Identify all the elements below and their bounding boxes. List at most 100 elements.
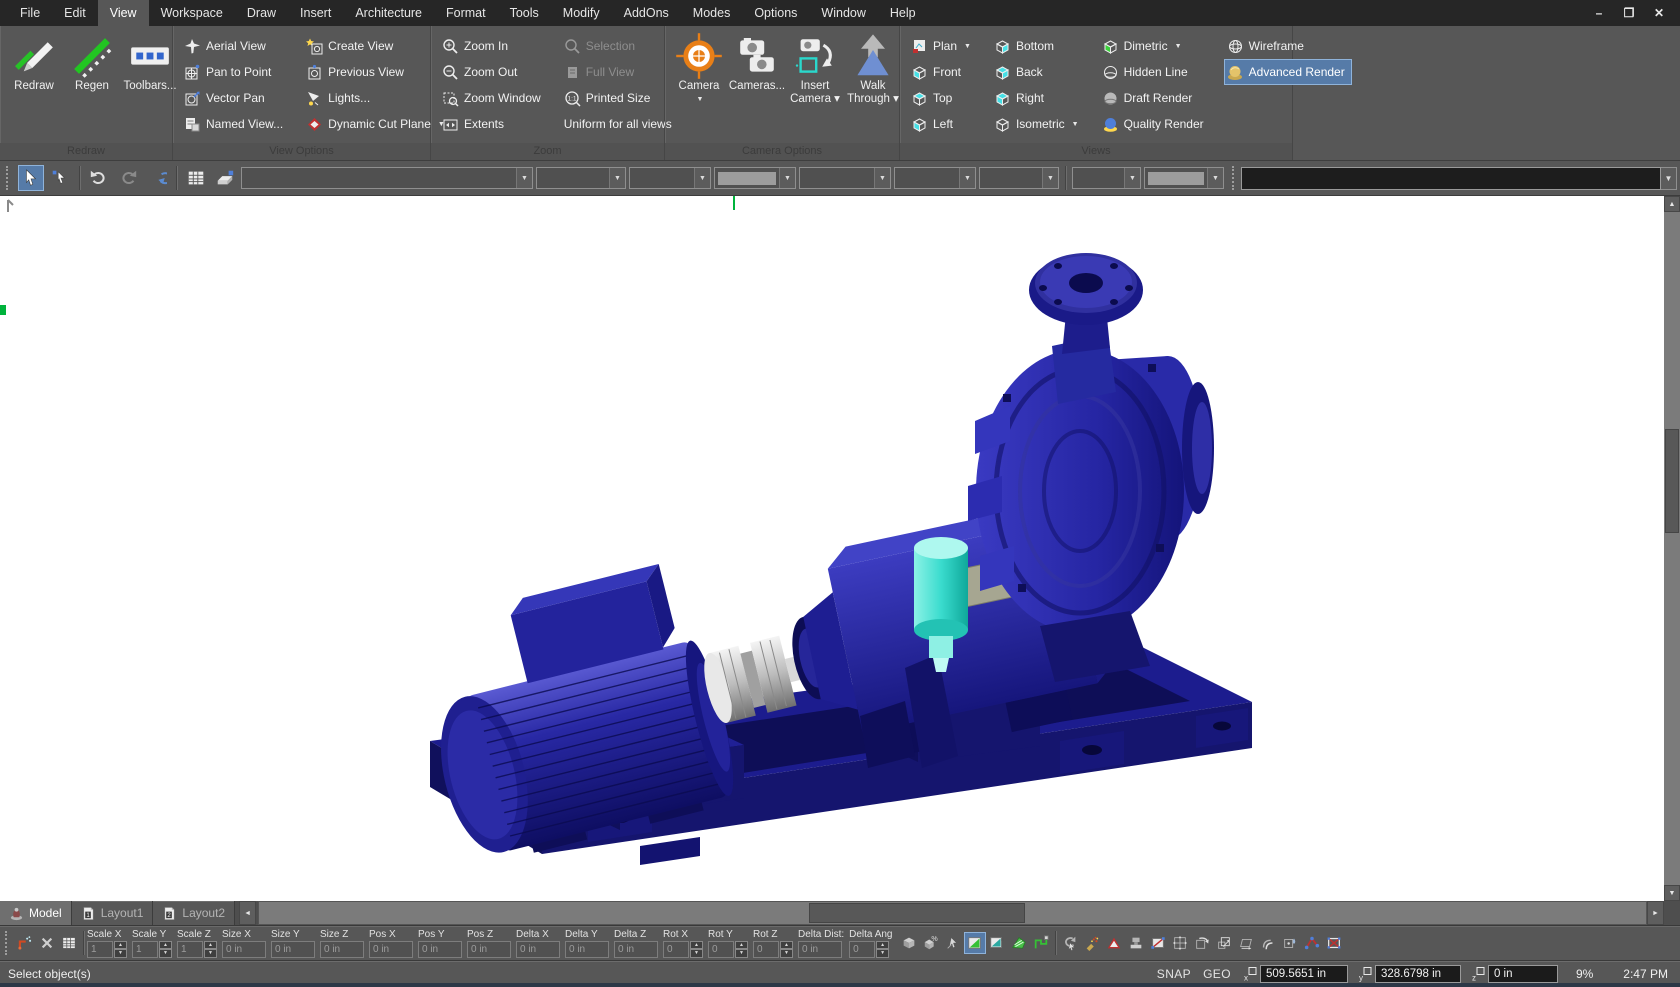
menu-help[interactable]: Help bbox=[878, 0, 928, 26]
ribbon-bottom-item[interactable]: Bottom bbox=[991, 33, 1086, 59]
vertical-scrollbar[interactable]: ▲ ▼ bbox=[1664, 196, 1680, 901]
scroll-down-button[interactable]: ▼ bbox=[1664, 885, 1680, 901]
text-style-combo[interactable]: ▼ bbox=[894, 167, 976, 189]
lineweight-combo[interactable]: ▼ bbox=[799, 167, 891, 189]
ribbon-toolbars-button[interactable]: Toolbars... bbox=[122, 30, 178, 95]
ribbon-previous-view-item[interactable]: Previous View bbox=[303, 59, 452, 85]
align-tool[interactable] bbox=[1147, 932, 1169, 954]
tab-model[interactable]: Model bbox=[0, 901, 72, 925]
ribbon-cameras-button[interactable]: Cameras... bbox=[729, 30, 785, 95]
menu-options[interactable]: Options bbox=[742, 0, 809, 26]
ribbon-zoom-window-item[interactable]: Zoom Window bbox=[439, 85, 548, 111]
field-value[interactable]: 0 in bbox=[798, 941, 842, 958]
field-value[interactable]: 0 in bbox=[222, 941, 266, 958]
ribbon-uniform-for-all-views-item[interactable]: Uniform for all views bbox=[561, 111, 679, 137]
undo-select-tool[interactable] bbox=[1059, 932, 1081, 954]
undo-button[interactable] bbox=[86, 165, 112, 191]
ribbon-quality-render-item[interactable]: Quality Render bbox=[1099, 111, 1211, 137]
hatch-combo[interactable]: ▼ bbox=[1144, 167, 1224, 189]
node-select-tool[interactable] bbox=[47, 165, 73, 191]
ribbon-advanced-render-item[interactable]: Advanced Render bbox=[1224, 59, 1352, 85]
field-value[interactable]: 1 bbox=[87, 941, 113, 958]
toolbar-grip[interactable] bbox=[6, 166, 12, 190]
field-value[interactable]: 0 in bbox=[271, 941, 315, 958]
field-value[interactable]: 0 in bbox=[369, 941, 413, 958]
menu-file[interactable]: File bbox=[8, 0, 52, 26]
ribbon-insert-camera-button[interactable]: InsertCamera ▾ bbox=[787, 30, 843, 108]
ribbon-zoom-in-item[interactable]: Zoom In bbox=[439, 33, 548, 59]
droplet-tool[interactable] bbox=[1279, 932, 1301, 954]
coordinate-z-input[interactable]: 0 in bbox=[1488, 965, 1558, 983]
ribbon-vector-pan-item[interactable]: Vector Pan bbox=[181, 85, 290, 111]
field-value[interactable]: 0 bbox=[753, 941, 779, 958]
menu-tools[interactable]: Tools bbox=[498, 0, 551, 26]
menu-view[interactable]: View bbox=[98, 0, 149, 26]
menu-modify[interactable]: Modify bbox=[551, 0, 612, 26]
select-window-tool[interactable] bbox=[964, 932, 986, 954]
ribbon-dimetric-item[interactable]: Dimetric▼ bbox=[1099, 33, 1211, 59]
field-value[interactable]: 0 in bbox=[418, 941, 462, 958]
ribbon-regen-button[interactable]: Regen bbox=[64, 30, 120, 95]
shear-tool[interactable] bbox=[1235, 932, 1257, 954]
coordinate-x-input[interactable]: 509.5651 in bbox=[1260, 965, 1348, 983]
solids-cube-tool[interactable] bbox=[898, 932, 920, 954]
pick-cursor-tool[interactable] bbox=[942, 932, 964, 954]
linetype-combo[interactable]: ▼ bbox=[629, 167, 711, 189]
geo-toggle[interactable]: GEO bbox=[1203, 967, 1231, 981]
ribbon-back-item[interactable]: Back bbox=[991, 59, 1086, 85]
menu-modes[interactable]: Modes bbox=[681, 0, 743, 26]
ribbon-redraw-button[interactable]: Redraw bbox=[6, 30, 62, 95]
ribbon-left-item[interactable]: Left bbox=[908, 111, 978, 137]
ribbon-pan-to-point-item[interactable]: Pan to Point bbox=[181, 59, 290, 85]
menu-insert[interactable]: Insert bbox=[288, 0, 343, 26]
tab-scroll-left-button[interactable]: ◄ bbox=[239, 901, 256, 925]
horizontal-scrollbar[interactable] bbox=[258, 901, 1647, 925]
ribbon-plan-item[interactable]: Plan▼ bbox=[908, 33, 978, 59]
field-value[interactable]: 1 bbox=[177, 941, 203, 958]
warning-tool[interactable] bbox=[1103, 932, 1125, 954]
erase-tool[interactable] bbox=[36, 932, 58, 954]
field-value[interactable]: 1 bbox=[132, 941, 158, 958]
ribbon-zoom-out-item[interactable]: Zoom Out bbox=[439, 59, 548, 85]
dim-style-combo[interactable]: ▼ bbox=[979, 167, 1059, 189]
edge-tool[interactable] bbox=[1301, 932, 1323, 954]
spray-tool[interactable] bbox=[1081, 932, 1103, 954]
coordinate-y-input[interactable]: 328.6798 in bbox=[1375, 965, 1461, 983]
publish-button[interactable] bbox=[212, 165, 238, 191]
drawing-canvas[interactable] bbox=[0, 196, 1664, 901]
menu-window[interactable]: Window bbox=[809, 0, 877, 26]
color-combo[interactable]: ▼ bbox=[714, 167, 796, 189]
menu-addons[interactable]: AddOns bbox=[612, 0, 681, 26]
entity-properties-combo[interactable]: ▼ bbox=[241, 167, 533, 189]
ribbon-front-item[interactable]: Front bbox=[908, 59, 978, 85]
print-style-combo[interactable]: ▼ bbox=[1072, 167, 1141, 189]
spinner-control[interactable]: ▲▼ bbox=[735, 941, 748, 958]
select-tool[interactable] bbox=[18, 165, 44, 191]
spinner-control[interactable]: ▲▼ bbox=[780, 941, 793, 958]
menu-draw[interactable]: Draw bbox=[235, 0, 288, 26]
spinner-control[interactable]: ▲▼ bbox=[204, 941, 217, 958]
chevron-down-icon[interactable]: ▼ bbox=[1661, 167, 1677, 190]
spinner-control[interactable]: ▲▼ bbox=[159, 941, 172, 958]
redo-button[interactable] bbox=[115, 165, 141, 191]
field-value[interactable]: 0 bbox=[708, 941, 734, 958]
tab-layout2[interactable]: 2Layout2 bbox=[153, 901, 235, 925]
scroll-right-button[interactable]: ► bbox=[1647, 901, 1664, 925]
ribbon-top-item[interactable]: Top bbox=[908, 85, 978, 111]
menu-edit[interactable]: Edit bbox=[52, 0, 98, 26]
ribbon-named-view-item[interactable]: Named View... bbox=[181, 111, 290, 137]
cube-percent-tool[interactable]: % bbox=[920, 932, 942, 954]
offset-tool[interactable] bbox=[1257, 932, 1279, 954]
ribbon-wireframe-item[interactable]: Wireframe bbox=[1224, 33, 1352, 59]
ribbon-walk-through-button[interactable]: WalkThrough ▾ bbox=[845, 30, 901, 108]
spinner-control[interactable]: ▲▼ bbox=[114, 941, 127, 958]
menu-format[interactable]: Format bbox=[434, 0, 498, 26]
properties-table-button[interactable] bbox=[183, 165, 209, 191]
polyline-edit-tool[interactable] bbox=[14, 932, 36, 954]
ribbon-printed-size-item[interactable]: 1:1Printed Size bbox=[561, 85, 679, 111]
field-value[interactable]: 0 in bbox=[467, 941, 511, 958]
toolbar-grip[interactable] bbox=[1232, 166, 1238, 190]
menu-architecture[interactable]: Architecture bbox=[343, 0, 434, 26]
field-value[interactable]: 0 bbox=[849, 941, 875, 958]
layer-combo[interactable]: ▼ bbox=[536, 167, 626, 189]
